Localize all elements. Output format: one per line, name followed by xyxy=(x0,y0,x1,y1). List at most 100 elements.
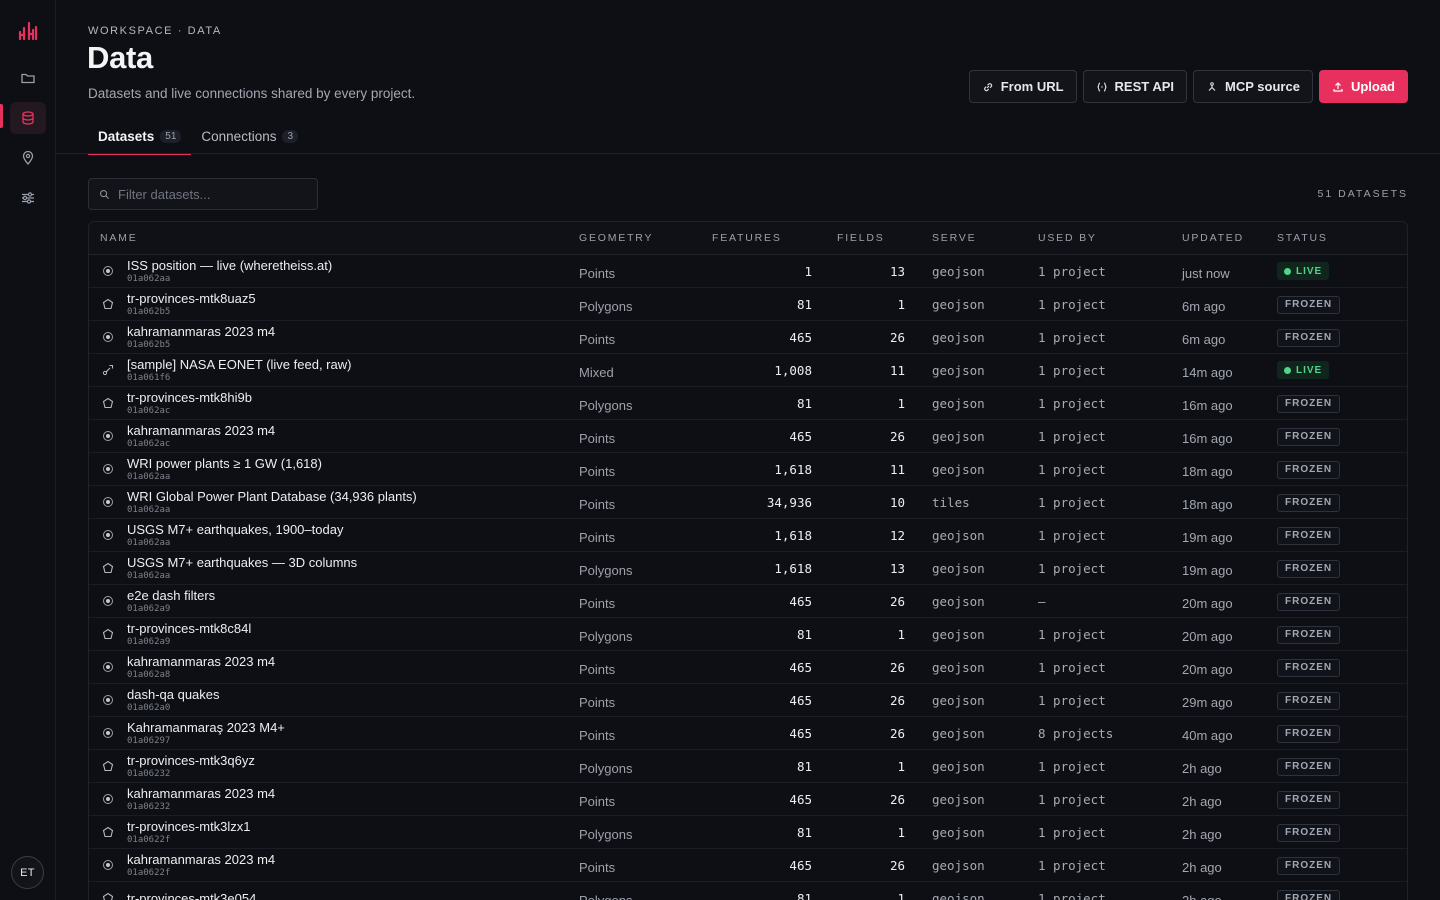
dataset-name[interactable]: tr-provinces-mtk3e054 xyxy=(127,891,579,900)
table-row[interactable]: tr-provinces-mtk3lzx1 01a0622f Polygons 81 1… xyxy=(89,816,1407,849)
tab-connections[interactable]: Connections 3 xyxy=(191,118,308,154)
table-row[interactable]: ISS position — live (wheretheiss.at) 01a0… xyxy=(89,255,1407,288)
dataset-name[interactable]: tr-provinces-mtk8hi9b xyxy=(127,390,579,405)
dataset-name[interactable]: kahramanmaras 2023 m4 xyxy=(127,852,579,867)
point-geometry-icon xyxy=(103,695,113,705)
table-row[interactable]: tr-provinces-mtk3e054 Polygons 81 1 geojson 1… xyxy=(89,882,1407,900)
table-row[interactable]: Kahramanmaraş 2023 M4+ 01a06297 Points 465 2… xyxy=(89,717,1407,750)
dataset-id: 01a06297 xyxy=(127,735,171,746)
status-cell: LIVE xyxy=(1277,262,1387,281)
dataset-name[interactable]: e2e dash filters xyxy=(127,588,579,603)
search-icon xyxy=(100,189,110,199)
dataset-name-cell: kahramanmaras 2023 m4 01a062ac xyxy=(127,423,579,450)
geometry-cell: Polygons xyxy=(579,628,633,644)
table-row[interactable]: [sample] NASA EONET (live feed, raw) 01a0… xyxy=(89,354,1407,387)
filter-datasets-field[interactable] xyxy=(88,178,318,210)
column-header-status[interactable]: STATUS xyxy=(1277,232,1387,244)
table-row[interactable]: kahramanmaras 2023 m4 01a062ac Points 465 26… xyxy=(89,420,1407,453)
status-badge: FROZEN xyxy=(1277,394,1341,413)
table-row[interactable]: USGS M7+ earthquakes — 3D columns 01a062a… xyxy=(89,552,1407,585)
table-row[interactable]: WRI Global Power Plant Database (34,936 … xyxy=(89,486,1407,519)
dataset-name[interactable]: Kahramanmaraş 2023 M4+ xyxy=(127,720,579,735)
dataset-name[interactable]: tr-provinces-mtk3q6yz xyxy=(127,753,579,768)
upload-button[interactable]: Upload xyxy=(1318,70,1408,103)
table-header: NAME GEOMETRY FEATURES FIELDS SERVE USED… xyxy=(89,222,1407,255)
dataset-id: 01a062aa xyxy=(127,537,171,548)
status-badge: FROZEN xyxy=(1277,493,1341,512)
table-row[interactable]: kahramanmaras 2023 m4 01a062a8 Points 465 26… xyxy=(89,651,1407,684)
dataset-name[interactable]: USGS M7+ earthquakes — 3D columns xyxy=(127,555,579,570)
used-by-cell: 1 project xyxy=(1038,857,1106,873)
table-row[interactable]: dash-qa quakes 01a062a0 Points 465 26 geojson… xyxy=(89,684,1407,717)
dataset-name[interactable]: dash-qa quakes xyxy=(127,687,579,702)
used-by-cell: 1 project xyxy=(1038,692,1106,708)
point-geometry-icon xyxy=(103,332,113,342)
sidebar-item-settings[interactable] xyxy=(10,182,46,214)
fields-cell: 26 xyxy=(889,725,905,741)
dataset-name[interactable]: tr-provinces-mtk8uaz5 xyxy=(127,291,579,306)
geometry-icon-cell xyxy=(89,760,127,772)
sidebar-item-data[interactable] xyxy=(10,102,46,134)
status-label: FROZEN xyxy=(1285,431,1333,443)
dataset-name[interactable]: WRI power plants ≥ 1 GW (1,618) xyxy=(127,456,579,471)
dataset-name[interactable]: tr-provinces-mtk8c84l xyxy=(127,621,579,636)
dataset-name[interactable]: kahramanmaras 2023 m4 xyxy=(127,786,579,801)
status-badge: FROZEN xyxy=(1277,856,1341,875)
dataset-id: 01a0622f xyxy=(127,867,171,878)
table-row[interactable]: WRI power plants ≥ 1 GW (1,618) 01a062aa P… xyxy=(89,453,1407,486)
used-by-cell: 1 project xyxy=(1038,560,1106,576)
mcp-source-button[interactable]: MCP source xyxy=(1193,70,1313,103)
dataset-id: 01a062aa xyxy=(127,504,171,515)
from-url-button[interactable]: From URL xyxy=(968,70,1077,103)
dataset-name[interactable]: kahramanmaras 2023 m4 xyxy=(127,423,579,438)
filter-datasets-input[interactable] xyxy=(118,186,308,202)
tab-connections-label: Connections xyxy=(201,128,277,144)
column-header-name[interactable]: NAME xyxy=(89,232,579,244)
status-badge: FROZEN xyxy=(1277,823,1341,842)
dataset-name[interactable]: WRI Global Power Plant Database (34,936 … xyxy=(127,489,579,504)
table-row[interactable]: tr-provinces-mtk3q6yz 01a06232 Polygons 81 1… xyxy=(89,750,1407,783)
column-header-fields[interactable]: FIELDS xyxy=(812,232,905,244)
column-header-used-by[interactable]: USED BY xyxy=(1011,232,1161,244)
column-header-serve[interactable]: SERVE xyxy=(905,232,1011,244)
dataset-name[interactable]: ISS position — live (wheretheiss.at) xyxy=(127,258,579,273)
dataset-name[interactable]: USGS M7+ earthquakes, 1900–today xyxy=(127,522,579,537)
table-row[interactable]: tr-provinces-mtk8hi9b 01a062ac Polygons 81 1… xyxy=(89,387,1407,420)
updated-cell: 6m ago xyxy=(1182,298,1226,314)
table-row[interactable]: e2e dash filters 01a062a9 Points 465 26 geojs… xyxy=(89,585,1407,618)
sidebar-item-projects[interactable] xyxy=(10,62,46,94)
dataset-name[interactable]: [sample] NASA EONET (live feed, raw) xyxy=(127,357,579,372)
tab-datasets[interactable]: Datasets 51 xyxy=(88,118,192,155)
table-row[interactable]: tr-provinces-mtk8uaz5 01a062b5 Polygons 81 1… xyxy=(89,288,1407,321)
table-row[interactable]: kahramanmaras 2023 m4 01a06232 Points 465 26… xyxy=(89,783,1407,816)
table-row[interactable]: tr-provinces-mtk8c84l 01a062a9 Polygons 81 1… xyxy=(89,618,1407,651)
dataset-name[interactable]: tr-provinces-mtk3lzx1 xyxy=(127,819,579,834)
status-label: FROZEN xyxy=(1285,398,1333,410)
column-header-updated[interactable]: UPDATED xyxy=(1161,232,1277,244)
fields-cell: 1 xyxy=(897,824,905,840)
updated-cell: 18m ago xyxy=(1182,496,1233,512)
table-row[interactable]: kahramanmaras 2023 m4 01a062b5 Points 465 26… xyxy=(89,321,1407,354)
rest-api-button[interactable]: REST API xyxy=(1082,70,1188,103)
table-row[interactable]: USGS M7+ earthquakes, 1900–today 01a062aa… xyxy=(89,519,1407,552)
sidebar-item-maps[interactable] xyxy=(10,142,46,174)
upload-icon xyxy=(1333,81,1343,92)
column-header-geometry[interactable]: GEOMETRY xyxy=(579,232,679,244)
user-avatar[interactable]: ET xyxy=(11,856,44,889)
status-badge: FROZEN xyxy=(1277,295,1341,314)
dataset-id: 01a061f6 xyxy=(127,372,171,383)
dataset-name-cell: tr-provinces-mtk3q6yz 01a06232 xyxy=(127,753,579,780)
fields-cell: 13 xyxy=(889,560,905,576)
dataset-name-cell: tr-provinces-mtk8uaz5 01a062b5 xyxy=(127,291,579,318)
column-header-features[interactable]: FEATURES xyxy=(679,232,812,244)
dataset-name[interactable]: kahramanmaras 2023 m4 xyxy=(127,324,579,339)
used-by-cell: 1 project xyxy=(1038,659,1106,675)
dataset-name[interactable]: kahramanmaras 2023 m4 xyxy=(127,654,579,669)
fields-cell: 26 xyxy=(889,857,905,873)
status-badge: FROZEN xyxy=(1277,691,1341,710)
updated-cell: 2h ago xyxy=(1182,826,1222,842)
table-row[interactable]: kahramanmaras 2023 m4 01a0622f Points 465 26… xyxy=(89,849,1407,882)
geometry-cell: Polygons xyxy=(579,562,633,578)
dataset-name-cell: tr-provinces-mtk3lzx1 01a0622f xyxy=(127,819,579,846)
logo-icon[interactable] xyxy=(17,20,39,42)
